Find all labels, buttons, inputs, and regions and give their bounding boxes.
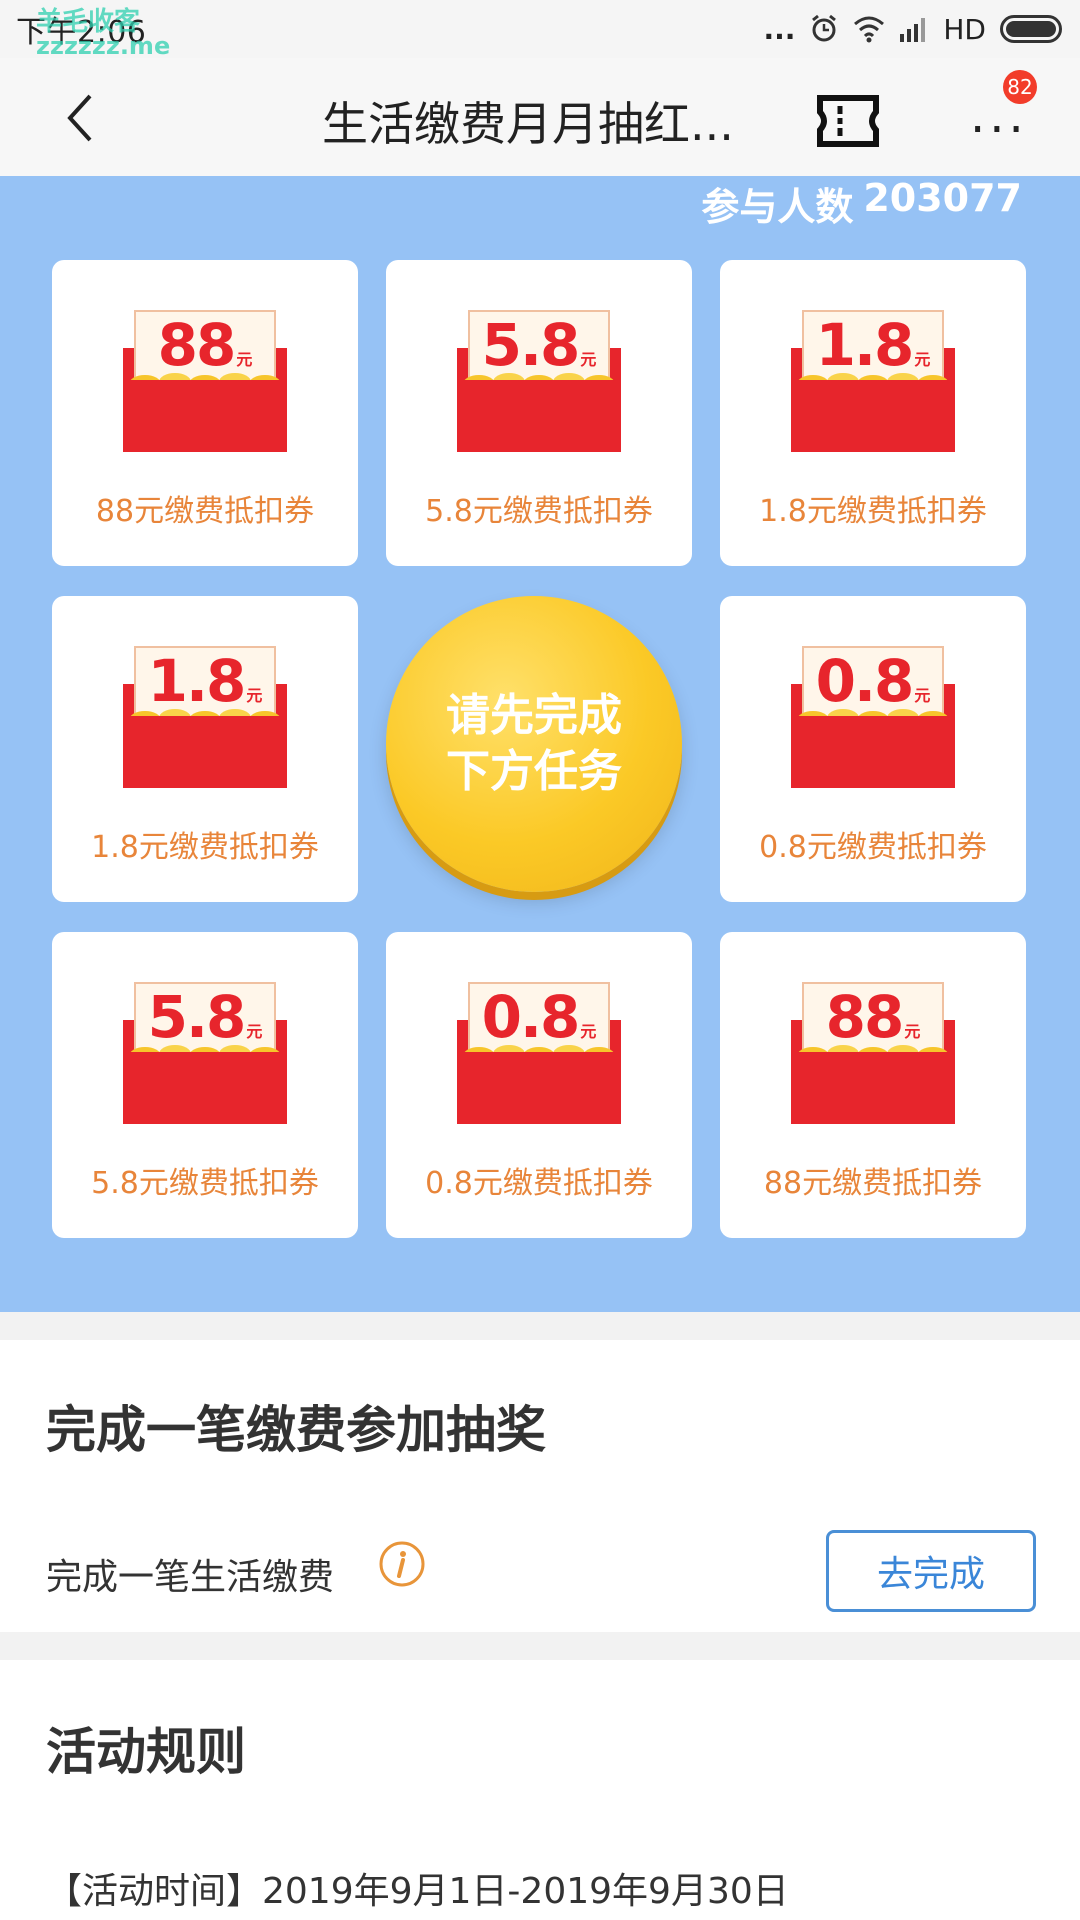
rules-section: 活动规则 【活动时间】2019年9月1日-2019年9月30日 (0, 1660, 1080, 1920)
prize-card-label: 1.8元缴费抵扣券 (91, 830, 319, 865)
battery-icon (1000, 15, 1062, 43)
envelope-value: 1.8 (815, 311, 915, 379)
participants-label: 参与人数 (701, 185, 854, 229)
prize-card: 88 元 88元缴费抵扣券 (720, 932, 1026, 1238)
prize-card: 5.8 元 5.8元缴费抵扣券 (386, 260, 692, 566)
watermark-bottom: zzzzzz.me (36, 32, 171, 60)
status-bar: 下午2:06 羊毛收客 zzzzzz.me ... HD (0, 0, 1080, 58)
envelope-value: 88 (157, 311, 237, 379)
section-divider (0, 1632, 1080, 1660)
envelope-value: 0.8 (815, 647, 915, 715)
red-envelope-icon: 88 元 (123, 310, 287, 452)
signal-icon (900, 18, 926, 42)
red-envelope-icon: 1.8 元 (123, 646, 287, 788)
prize-card-label: 88元缴费抵扣券 (95, 494, 315, 529)
envelope-currency: 元 (914, 686, 931, 705)
draw-button[interactable]: 请先完成下方任务 (386, 596, 682, 892)
participants-number: 203077 (863, 176, 1022, 220)
alarm-icon (812, 14, 837, 42)
red-envelope-icon: 5.8 元 (123, 982, 287, 1124)
prize-card: 1.8 元 1.8元缴费抵扣券 (720, 260, 1026, 566)
go-complete-button[interactable]: 去完成 (826, 1530, 1036, 1612)
status-dots: ... (763, 12, 796, 46)
title-bar: 生活缴费月月抽红... ... 82 (0, 58, 1080, 176)
task-section: 完成一笔缴费参加抽奖 完成一笔生活缴费 去完成 (0, 1340, 1080, 1632)
prize-card-label: 0.8元缴费抵扣券 (425, 1166, 653, 1201)
rules-time: 【活动时间】2019年9月1日-2019年9月30日 (46, 1871, 789, 1912)
section-divider (0, 1312, 1080, 1340)
prize-card: 88 元 88元缴费抵扣券 (52, 260, 358, 566)
prize-card: 5.8 元 5.8元缴费抵扣券 (52, 932, 358, 1238)
participants-count: 参与人数 203077 (701, 176, 1022, 229)
draw-button-label: 请先完成下方任务 (446, 690, 622, 797)
red-envelope-icon: 88 元 (791, 982, 955, 1124)
prize-card: 0.8 元 0.8元缴费抵扣券 (720, 596, 1026, 902)
prize-card-label: 88元缴费抵扣券 (763, 1166, 983, 1201)
wifi-icon (854, 16, 885, 43)
prize-card-label: 0.8元缴费抵扣券 (759, 830, 987, 865)
network-type: HD (943, 12, 986, 46)
task-heading: 完成一笔缴费参加抽奖 (46, 1401, 546, 1459)
ticket-icon[interactable] (816, 94, 880, 148)
watermark: 羊毛收客 zzzzzz.me (36, 7, 171, 60)
red-envelope-icon: 1.8 元 (791, 310, 955, 452)
task-item-text: 完成一笔生活缴费 (46, 1557, 335, 1598)
notification-badge: 82 (1003, 70, 1037, 104)
back-arrow-icon[interactable] (60, 88, 100, 148)
envelope-value: 5.8 (147, 983, 247, 1051)
envelope-currency: 元 (580, 1022, 597, 1041)
info-icon[interactable] (378, 1540, 426, 1588)
envelope-currency: 元 (914, 350, 931, 369)
envelope-value: 1.8 (147, 647, 247, 715)
prize-card-label: 5.8元缴费抵扣券 (91, 1166, 319, 1201)
prize-card-label: 1.8元缴费抵扣券 (759, 494, 987, 529)
envelope-value: 5.8 (481, 311, 581, 379)
page-title: 生活缴费月月抽红... (322, 97, 734, 151)
lottery-grid-area: 参与人数 203077 88 元 88元缴费抵扣券 5.8 元 5.8元缴费抵扣券 1.8 元… (0, 176, 1080, 1312)
envelope-currency: 元 (580, 350, 597, 369)
envelope-currency: 元 (246, 686, 263, 705)
red-envelope-icon: 0.8 元 (457, 982, 621, 1124)
rules-heading: 活动规则 (46, 1723, 246, 1781)
red-envelope-icon: 0.8 元 (791, 646, 955, 788)
watermark-top: 羊毛收客 (36, 7, 141, 37)
envelope-currency: 元 (246, 1022, 263, 1041)
envelope-value: 88 (825, 983, 905, 1051)
envelope-currency: 元 (236, 350, 253, 369)
prize-card: 1.8 元 1.8元缴费抵扣券 (52, 596, 358, 902)
prize-card: 0.8 元 0.8元缴费抵扣券 (386, 932, 692, 1238)
red-envelope-icon: 5.8 元 (457, 310, 621, 452)
envelope-value: 0.8 (481, 983, 581, 1051)
envelope-currency: 元 (904, 1022, 921, 1041)
status-icons: ... HD (763, 13, 1062, 46)
prize-card-label: 5.8元缴费抵扣券 (425, 494, 653, 529)
